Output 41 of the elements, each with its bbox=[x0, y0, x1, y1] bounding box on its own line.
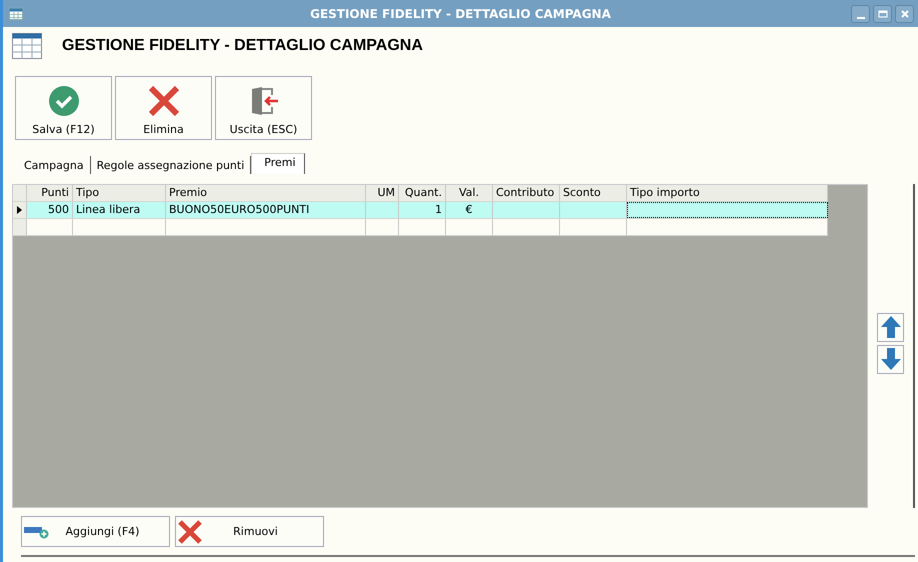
column-header[interactable]: Sconto bbox=[560, 185, 627, 201]
column-header[interactable]: Quant. bbox=[399, 185, 446, 201]
row-pointer-icon bbox=[17, 206, 22, 214]
arrow-up-icon bbox=[880, 315, 902, 339]
toolbar-button[interactable]: Salva (F12) bbox=[15, 76, 112, 140]
column-header[interactable]: Punti bbox=[27, 185, 73, 201]
table-icon bbox=[9, 8, 23, 20]
close-button[interactable] bbox=[895, 4, 914, 22]
row-header-cell[interactable] bbox=[13, 202, 27, 218]
table-cell: 1 bbox=[399, 202, 446, 218]
column-header[interactable]: Premio bbox=[166, 185, 366, 201]
move-down-button[interactable] bbox=[877, 344, 904, 374]
window-title: GESTIONE FIDELITY - DETTAGLIO CAMPAGNA bbox=[309, 6, 612, 20]
add-row-icon bbox=[24, 524, 50, 538]
column-header[interactable]: Contributo bbox=[493, 185, 560, 201]
toolbar-button[interactable]: Elimina bbox=[115, 76, 212, 140]
cross-icon bbox=[148, 85, 180, 117]
table-cell: Linea libera bbox=[73, 202, 166, 218]
move-up-button[interactable] bbox=[877, 312, 904, 342]
tab[interactable]: Campagna bbox=[18, 156, 91, 174]
table-cell: € bbox=[446, 202, 493, 218]
tab[interactable]: Premi bbox=[251, 153, 305, 174]
minimize-icon bbox=[856, 16, 864, 18]
toolbar-button[interactable]: Uscita (ESC) bbox=[215, 76, 312, 140]
column-header[interactable]: Val. bbox=[446, 185, 493, 201]
column-header[interactable]: UM bbox=[366, 185, 399, 201]
check-circle-icon bbox=[48, 85, 80, 117]
table-cell: BUONO50EURO500PUNTI bbox=[166, 202, 366, 218]
page-title: GESTIONE FIDELITY - DETTAGLIO CAMPAGNA bbox=[62, 37, 423, 55]
table-icon bbox=[12, 33, 42, 59]
arrow-down-icon bbox=[880, 347, 902, 371]
column-header[interactable]: Tipo bbox=[73, 185, 166, 201]
table-cell: 500 bbox=[27, 202, 73, 218]
cross-icon bbox=[178, 520, 202, 544]
action-button[interactable]: Aggiungi (F4) bbox=[21, 516, 170, 547]
maximize-icon bbox=[878, 8, 888, 18]
maximize-button[interactable] bbox=[873, 4, 892, 22]
column-header[interactable]: Tipo importo bbox=[627, 185, 828, 201]
close-icon bbox=[900, 8, 910, 18]
minimize-button[interactable] bbox=[851, 4, 870, 22]
action-button[interactable]: Rimuovi bbox=[175, 516, 324, 547]
